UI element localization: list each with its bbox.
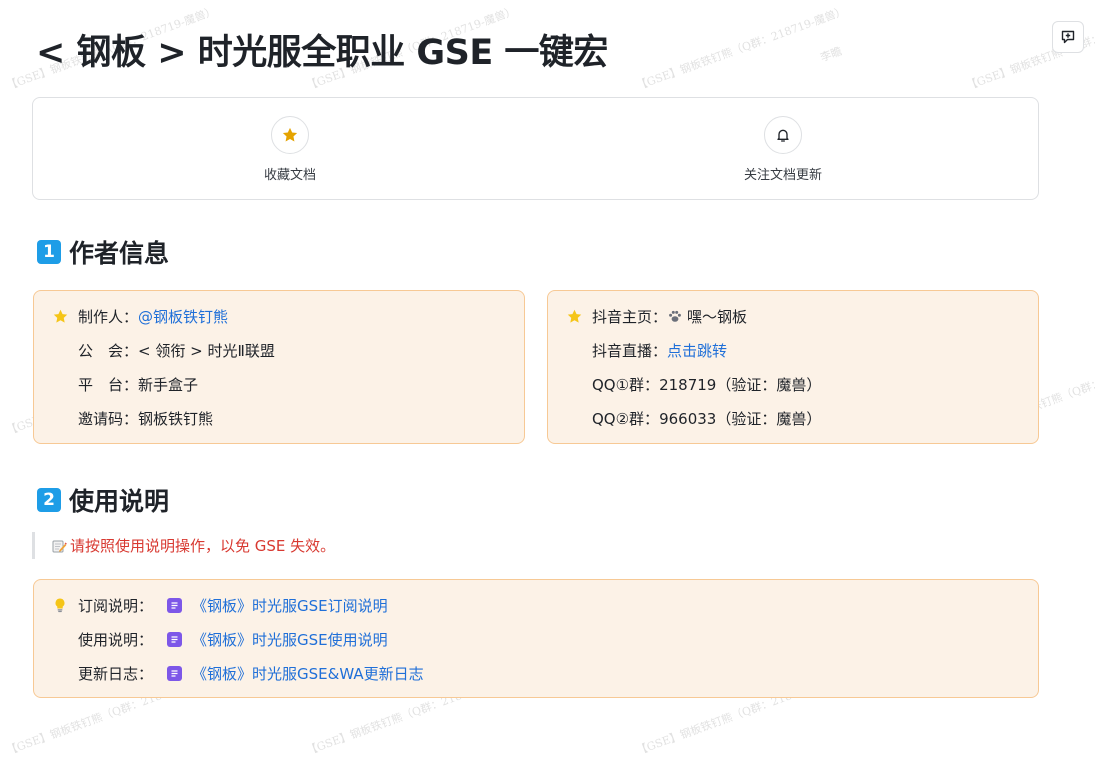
add-comment-button[interactable] [1052, 21, 1084, 53]
usage-label: 订阅说明： [78, 596, 154, 615]
producer-label: 制作人： [78, 307, 139, 326]
section-heading-usage: 2 使用说明 [37, 482, 169, 518]
comment-plus-icon [1061, 30, 1075, 44]
paw-icon [667, 308, 683, 324]
guild-label: 公 会： [78, 341, 139, 360]
invite-row: 邀请码： 钢板铁钉熊 [78, 407, 213, 429]
section-number-badge: 1 [37, 240, 61, 264]
page-title: < 钢板 > 时光服全职业 GSE 一键宏 [36, 33, 608, 73]
qq2-label: QQ②群： [592, 409, 660, 428]
usage-links-callout: 订阅说明： 《钢板》时光服GSE订阅说明 使用说明： 《钢板》时光服GSE使用说… [33, 579, 1039, 698]
follow-button[interactable] [764, 116, 802, 154]
watermark-text: 李瞻 [818, 44, 844, 65]
section-number-badge: 2 [37, 488, 61, 512]
author-info-callout: 制作人： @钢板铁钉熊 公 会： < 领衔 > 时光Ⅱ联盟 平 台： 新手盒子 … [33, 290, 525, 444]
qq1-row: QQ①群： 218719（验证：魔兽） [592, 373, 821, 395]
invite-label: 邀请码： [78, 409, 139, 428]
follow-updates-action[interactable]: 关注文档更新 [683, 116, 883, 183]
bell-icon [777, 129, 789, 142]
subscribe-guide-link[interactable]: 《钢板》时光服GSE订阅说明 [192, 595, 388, 616]
producer-row: 制作人： @钢板铁钉熊 [52, 305, 228, 327]
document-actions-card: 收藏文档 关注文档更新 [32, 97, 1039, 200]
qq2-value: 966033（验证：魔兽） [659, 409, 822, 428]
section-title: 作者信息 [69, 239, 170, 268]
usage-row-guide: 使用说明： 《钢板》时光服GSE使用说明 [78, 628, 388, 650]
favorite-label: 收藏文档 [263, 168, 316, 183]
doc-icon [167, 631, 183, 647]
usage-guide-link[interactable]: 《钢板》时光服GSE使用说明 [192, 629, 388, 650]
live-link[interactable]: 点击跳转 [667, 340, 727, 361]
usage-label: 使用说明： [78, 630, 154, 649]
favorite-button[interactable] [271, 116, 309, 154]
doc-icon [167, 665, 183, 681]
favorite-document-action[interactable]: 收藏文档 [190, 116, 390, 183]
guild-row: 公 会： < 领衔 > 时光Ⅱ联盟 [78, 339, 275, 361]
notice-text: 请按照使用说明操作，以免 GSE 失效。 [70, 537, 336, 555]
platform-value: 新手盒子 [138, 375, 199, 394]
section-title: 使用说明 [69, 487, 170, 516]
lightbulb-icon [52, 597, 78, 613]
usage-label: 更新日志： [78, 664, 154, 683]
platform-row: 平 台： 新手盒子 [78, 373, 198, 395]
star-emoji-icon [52, 308, 78, 325]
social-info-callout: 抖音主页： 嘿～钢板 抖音直播： 点击跳转 QQ①群： 218719（验证：魔兽… [547, 290, 1039, 444]
qq1-value: 218719（验证：魔兽） [659, 375, 822, 394]
guild-value: < 领衔 > 时光Ⅱ联盟 [138, 341, 275, 360]
notice-quote: 请按照使用说明操作，以免 GSE 失效。 [32, 532, 335, 559]
watermark-text: 【GSE】钢板铁钉熊（Q群：218719-魔兽） [634, 4, 848, 93]
usage-row-subscribe: 订阅说明： 《钢板》时光服GSE订阅说明 [52, 594, 388, 616]
follow-label: 关注文档更新 [743, 168, 822, 183]
live-label: 抖音直播： [592, 341, 668, 360]
producer-mention-link[interactable]: @钢板铁钉熊 [138, 306, 228, 327]
qq2-row: QQ②群： 966033（验证：魔兽） [592, 407, 821, 429]
changelog-link[interactable]: 《钢板》时光服GSE&WA更新日志 [192, 663, 424, 684]
star-emoji-icon [566, 308, 592, 325]
qq1-label: QQ①群： [592, 375, 660, 394]
star-icon [282, 127, 298, 142]
platform-label: 平 台： [78, 375, 139, 394]
douyin-label: 抖音主页： [592, 307, 668, 326]
live-row: 抖音直播： 点击跳转 [592, 339, 727, 361]
douyin-row: 抖音主页： 嘿～钢板 [566, 305, 747, 327]
douyin-value: 嘿～钢板 [687, 307, 748, 326]
doc-icon [167, 597, 183, 613]
memo-pencil-icon [51, 538, 67, 554]
usage-row-changelog: 更新日志： 《钢板》时光服GSE&WA更新日志 [78, 662, 424, 684]
section-heading-author: 1 作者信息 [37, 234, 169, 270]
invite-value: 钢板铁钉熊 [138, 409, 214, 428]
